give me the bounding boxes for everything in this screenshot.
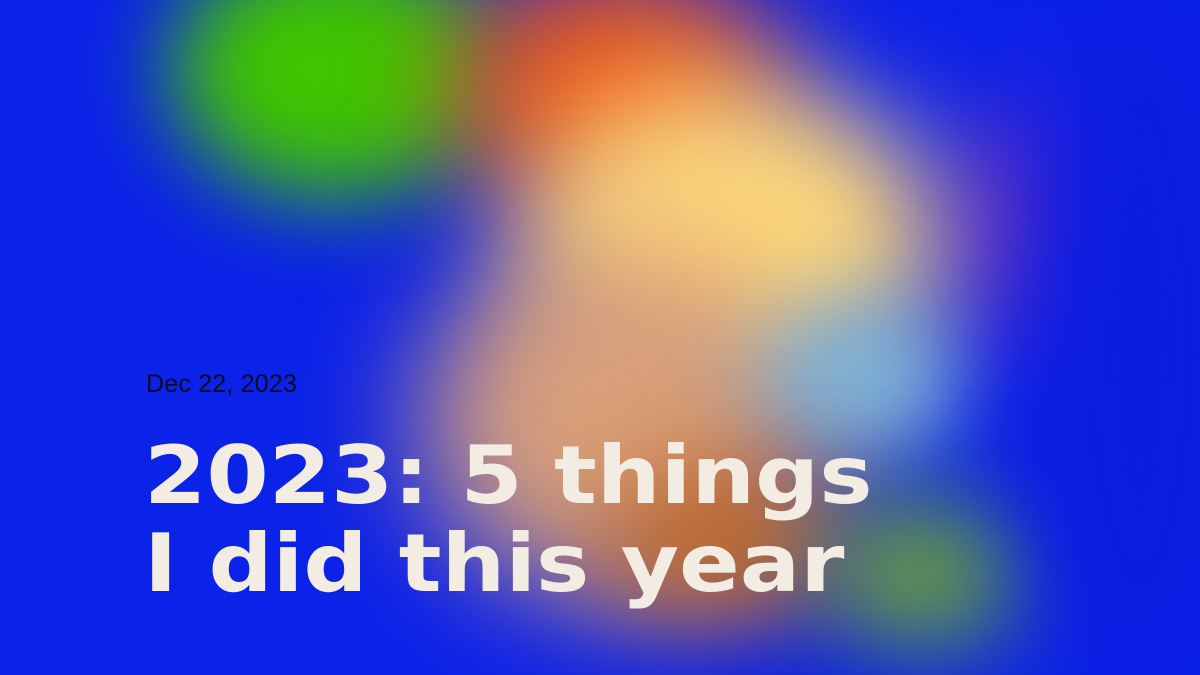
post-title-line-1: 2023: 5 things xyxy=(144,429,873,522)
post-date: Dec 22, 2023 xyxy=(146,370,298,398)
post-title-line-2: I did this year xyxy=(144,517,845,610)
post-title: 2023: 5 things I did this year xyxy=(144,432,1200,608)
